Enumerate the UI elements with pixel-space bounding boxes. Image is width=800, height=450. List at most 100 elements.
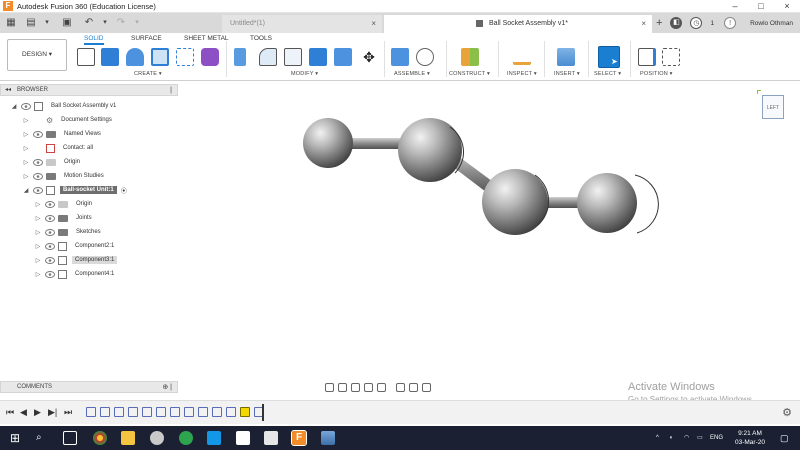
display-settings-icon[interactable] xyxy=(396,383,405,392)
speaker-icon[interactable]: ◖ xyxy=(669,426,673,450)
expanded-triangle-icon[interactable]: ◢ xyxy=(22,187,30,194)
minimize-button[interactable]: – xyxy=(722,0,748,13)
photos-icon[interactable] xyxy=(321,431,335,445)
timeline-feature-step[interactable] xyxy=(184,407,194,417)
timeline-feature-step[interactable] xyxy=(156,407,166,417)
tray-chevron-icon[interactable]: ^ xyxy=(656,426,659,450)
tab-solid[interactable]: SOLID xyxy=(84,35,104,45)
fillet-icon[interactable] xyxy=(259,48,277,66)
timeline-feature-step[interactable] xyxy=(170,407,180,417)
collapsed-triangle-icon[interactable]: ▷ xyxy=(22,173,30,180)
fit-icon[interactable] xyxy=(377,383,386,392)
collapsed-triangle-icon[interactable]: ▷ xyxy=(34,243,42,250)
visibility-eye-icon[interactable] xyxy=(33,186,43,194)
expanded-triangle-icon[interactable]: ◢ xyxy=(10,103,18,110)
app-blue-icon[interactable] xyxy=(207,431,221,445)
browser-item[interactable]: ▷ Component4:1 xyxy=(34,268,117,280)
language-indicator[interactable]: ENG xyxy=(710,426,723,450)
browser-item[interactable]: ▷ Component2:1 xyxy=(34,240,117,252)
position-menu[interactable]: POSITION ▾ xyxy=(640,71,673,77)
visibility-eye-icon[interactable] xyxy=(45,270,55,278)
search-icon[interactable]: ⌕ xyxy=(36,431,50,445)
new-component-icon[interactable] xyxy=(391,48,409,66)
job-status-icon[interactable]: ◷ xyxy=(690,17,703,29)
insert-image-icon[interactable] xyxy=(557,48,575,66)
select-icon[interactable]: ➤ xyxy=(598,46,620,68)
timeline-feature-step[interactable] xyxy=(142,407,152,417)
visibility-eye-icon[interactable] xyxy=(33,172,43,180)
loft-icon[interactable] xyxy=(176,48,194,66)
capture-position-icon[interactable] xyxy=(638,48,656,66)
collapsed-triangle-icon[interactable]: ▷ xyxy=(34,215,42,222)
file-menu-chevron-icon[interactable]: ▾ xyxy=(40,16,54,30)
timeline-feature-step[interactable] xyxy=(212,407,222,417)
collapsed-triangle-icon[interactable]: ▷ xyxy=(34,229,42,236)
wifi-icon[interactable]: ◠ xyxy=(684,426,689,450)
extrude-icon[interactable] xyxy=(101,48,119,66)
timeline-forward-icon[interactable]: ▶| xyxy=(48,407,57,418)
visibility-eye-icon[interactable] xyxy=(45,242,55,250)
user-name[interactable]: Rowlo Othman xyxy=(750,20,793,27)
tab-surface[interactable]: SURFACE xyxy=(131,35,162,42)
grid-settings-icon[interactable] xyxy=(409,383,418,392)
viewports-icon[interactable] xyxy=(422,383,431,392)
modify-menu[interactable]: MODIFY ▾ xyxy=(291,71,318,77)
close-window-button[interactable]: × xyxy=(774,0,800,13)
tab-tools[interactable]: TOOLS xyxy=(250,35,272,42)
visibility-eye-icon[interactable] xyxy=(21,102,31,110)
timeline-feature-step[interactable] xyxy=(128,407,138,417)
browser-pin-icon[interactable]: | xyxy=(170,85,172,96)
create-form-icon[interactable] xyxy=(201,48,219,66)
joint-icon[interactable] xyxy=(416,48,434,66)
activate-component-icon[interactable]: ⦿ xyxy=(121,186,127,195)
tab-untitled[interactable]: Untitled*(1) × xyxy=(222,15,382,33)
timeline-marker[interactable] xyxy=(262,404,268,421)
move-copy-icon[interactable]: ✥ xyxy=(360,48,378,66)
app-grid-icon[interactable]: ▦ xyxy=(4,16,18,30)
windows-start-icon[interactable]: ⊞ xyxy=(10,431,24,445)
app-green-icon[interactable] xyxy=(179,431,193,445)
fusion-taskbar-icon[interactable]: F xyxy=(291,430,307,446)
tab-sheet-metal[interactable]: SHEET METAL xyxy=(184,35,229,42)
collapsed-triangle-icon[interactable]: ▷ xyxy=(22,159,30,166)
collapsed-triangle-icon[interactable]: ▷ xyxy=(34,201,42,208)
timeline-feature-step[interactable] xyxy=(114,407,124,417)
chrome-icon[interactable] xyxy=(93,431,107,445)
app-white-icon[interactable] xyxy=(236,431,250,445)
visibility-eye-icon[interactable] xyxy=(33,158,43,166)
visibility-eye-icon[interactable] xyxy=(45,256,55,264)
press-pull-icon[interactable] xyxy=(234,48,246,66)
collapse-browser-icon[interactable]: ◂◂ xyxy=(5,85,11,96)
timeline-feature-step[interactable] xyxy=(198,407,208,417)
orbit-icon[interactable] xyxy=(325,383,334,392)
revert-position-icon[interactable] xyxy=(662,48,680,66)
construct-menu[interactable]: CONSTRUCT ▾ xyxy=(449,71,490,77)
browser-item[interactable]: ▷ Sketches xyxy=(34,226,104,238)
timeline-play-icon[interactable]: ▶ xyxy=(34,407,41,418)
revolve-icon[interactable] xyxy=(126,48,144,66)
paint-icon[interactable] xyxy=(150,431,164,445)
timeline-settings-gear-icon[interactable]: ⚙ xyxy=(782,406,792,419)
task-view-icon[interactable] xyxy=(63,431,77,445)
battery-icon[interactable]: ▭ xyxy=(697,426,703,450)
visibility-eye-icon[interactable] xyxy=(45,200,55,208)
file-explorer-icon[interactable] xyxy=(121,431,135,445)
timeline-back-icon[interactable]: ◀ xyxy=(20,407,27,418)
visibility-eye-icon[interactable] xyxy=(45,214,55,222)
notifications-icon[interactable]: ! xyxy=(724,17,737,29)
redo-icon[interactable]: ↷ xyxy=(114,16,128,30)
shell-icon[interactable] xyxy=(309,48,327,66)
new-tab-icon[interactable]: + xyxy=(656,17,662,29)
viewport-3d-model[interactable] xyxy=(290,105,660,245)
timeline-start-icon[interactable]: ⏮ xyxy=(6,407,14,418)
taskbar-clock[interactable]: 9:21 AM 03-Mar-20 xyxy=(728,429,772,447)
comments-panel-header[interactable]: COMMENTS ⊕ | xyxy=(0,381,178,393)
close-tab-active-icon[interactable]: × xyxy=(641,15,646,33)
browser-item[interactable]: ▷ Motion Studies xyxy=(22,170,107,182)
browser-item[interactable]: ◢ Ball Socket Assembly v1 xyxy=(10,100,119,112)
notification-center-icon[interactable]: ▢ xyxy=(780,426,789,450)
maximize-button[interactable]: □ xyxy=(748,0,774,13)
timeline-feature-step[interactable] xyxy=(240,407,250,417)
sweep-icon[interactable] xyxy=(151,48,169,66)
tab-ball-socket-assembly[interactable]: Ball Socket Assembly v1* × xyxy=(384,15,652,33)
